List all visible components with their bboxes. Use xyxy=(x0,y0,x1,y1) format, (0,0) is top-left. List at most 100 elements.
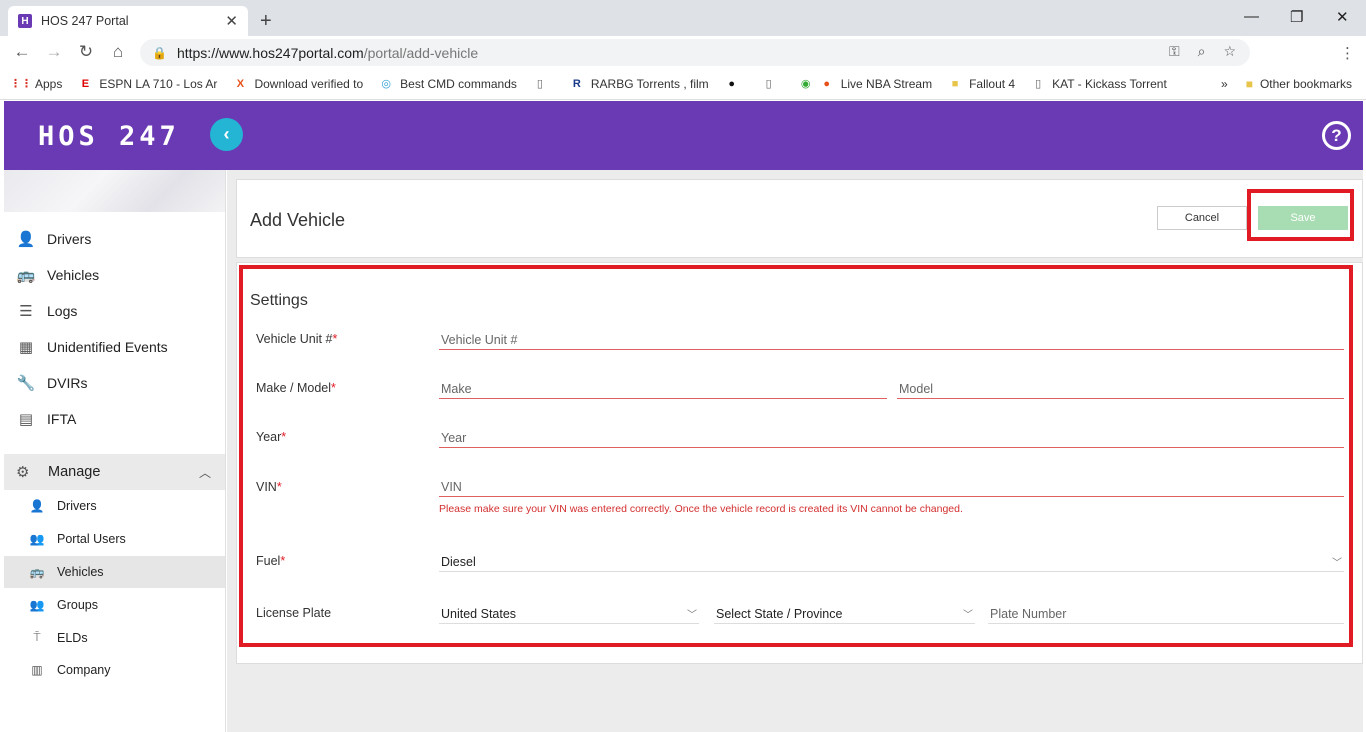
key-icon[interactable]: ⚿ xyxy=(1169,43,1180,60)
sidebar-sub-vehicles[interactable]: 🚌 Vehicles xyxy=(4,555,225,589)
browser-tab-bar: H HOS 247 Portal ✕ + — ❐ ✕ xyxy=(0,0,1366,36)
sidebar: 👤 Drivers 🚌 Vehicles ☰ Logs ▦ Unidentified E… xyxy=(4,170,226,732)
page-header-card: Add Vehicle Cancel Save xyxy=(236,179,1363,258)
bookmark-kat[interactable]: ▯ KAT - Kickass Torrent xyxy=(1031,77,1167,91)
sidebar-item-vehicles[interactable]: 🚌 Vehicles xyxy=(4,257,225,293)
espn-icon: E xyxy=(81,77,90,90)
save-highlight-box xyxy=(1247,189,1354,241)
new-tab-icon[interactable]: + xyxy=(260,10,272,33)
basketball-icon: ● xyxy=(823,77,831,90)
home-icon[interactable]: ⌂ xyxy=(102,42,134,62)
bookmark-label: Fallout 4 xyxy=(969,76,1016,91)
sidebar-sub-label: ELDs xyxy=(57,630,88,645)
cancel-button[interactable]: Cancel xyxy=(1157,206,1247,230)
minimize-icon[interactable]: — xyxy=(1244,8,1259,25)
back-icon[interactable]: ← xyxy=(6,42,38,62)
hos-favicon-icon: H xyxy=(18,14,32,28)
forward-icon[interactable]: → xyxy=(38,42,70,62)
sidebar-item-label: Vehicles xyxy=(47,267,100,283)
x-icon: X xyxy=(236,77,245,90)
more-bookmarks-icon[interactable]: » xyxy=(1221,77,1228,91)
bookmark-label: RARBG Torrents , film xyxy=(590,76,709,91)
r-icon: R xyxy=(572,77,581,90)
bookmark-fallout[interactable]: ■ Fallout 4 xyxy=(948,77,1015,91)
ifta-icon: ▤ xyxy=(18,411,34,428)
bookmark-label: Download verified to xyxy=(254,76,364,91)
bookmark-page-2[interactable]: ▯ xyxy=(762,77,783,91)
sidebar-manage-toggle[interactable]: ⚙ Manage ︿ xyxy=(4,454,225,490)
bookmark-apps[interactable]: ⋮⋮ Apps xyxy=(10,77,62,91)
sidebar-item-dvirs[interactable]: 🔧 DVIRs xyxy=(4,365,225,401)
url-base: https://www.hos247portal.com xyxy=(176,44,364,61)
sidebar-sub-label: Drivers xyxy=(57,499,97,514)
sidebar-sub-groups[interactable]: 👥 Groups xyxy=(4,588,225,621)
browser-tab[interactable]: H HOS 247 Portal ✕ xyxy=(8,6,248,36)
menu-icon[interactable]: ⋮ xyxy=(1340,44,1355,62)
bookmark-label: Best CMD commands xyxy=(400,76,517,91)
eld-icon: ⍑ xyxy=(33,630,41,645)
bookmark-spotify[interactable]: ● xyxy=(725,77,746,91)
help-icon[interactable]: ? xyxy=(1322,121,1351,150)
sidebar-banner xyxy=(4,170,225,212)
hos247-logo[interactable]: HOS 247 xyxy=(38,121,180,152)
bookmark-cmd[interactable]: ◎ Best CMD commands xyxy=(379,77,517,91)
bookmark-nba[interactable]: ◉ ● Live NBA Stream xyxy=(799,77,932,91)
address-bar[interactable]: 🔒 https://www.hos247portal.com/portal/ad… xyxy=(140,39,1250,66)
sidebar-sub-label: Vehicles xyxy=(57,564,104,579)
sidebar-item-label: IFTA xyxy=(47,411,77,427)
other-bookmarks[interactable]: Other bookmarks xyxy=(1260,77,1352,91)
sidebar-item-drivers[interactable]: 👤 Drivers xyxy=(4,221,225,257)
sidebar-item-label: Logs xyxy=(47,303,78,319)
users-icon: 👥 xyxy=(29,532,45,547)
sidebar-sub-company[interactable]: ▥ Company xyxy=(4,654,225,687)
list-icon: ☰ xyxy=(19,303,33,320)
sidebar-sub-elds[interactable]: ⍑ ELDs xyxy=(4,621,225,654)
group-icon: 👥 xyxy=(29,597,45,612)
folder-icon: ■ xyxy=(951,77,959,90)
tab-close-icon[interactable]: ✕ xyxy=(225,12,238,30)
app-header: HOS 247 ‹ ? xyxy=(4,101,1363,170)
window-close-icon[interactable]: ✕ xyxy=(1336,8,1349,26)
sidebar-item-unidentified-events[interactable]: ▦ Unidentified Events xyxy=(4,329,225,365)
lock-icon: 🔒 xyxy=(152,45,167,60)
sidebar-item-label: DVIRs xyxy=(47,375,88,391)
bookmark-label: ESPN LA 710 - Los Ar xyxy=(99,76,218,91)
sidebar-item-ifta[interactable]: ▤ IFTA xyxy=(4,401,225,437)
sidebar-sub-drivers[interactable]: 👤 Drivers xyxy=(4,490,225,523)
star-icon[interactable]: ☆ xyxy=(1223,43,1236,60)
calendar-icon: ▦ xyxy=(18,339,34,356)
sidebar-collapse-icon[interactable]: ‹ xyxy=(210,118,243,151)
chevron-up-icon: ︿ xyxy=(198,465,211,480)
apps-grid-icon: ⋮⋮ xyxy=(10,78,32,90)
page-icon: ▯ xyxy=(536,78,543,90)
eye-icon: ◉ xyxy=(800,78,811,90)
bookmark-label: Live NBA Stream xyxy=(840,76,933,91)
building-icon: ▥ xyxy=(31,663,43,678)
bookmark-page[interactable]: ▯ xyxy=(533,77,554,91)
folder-icon: ■ xyxy=(1245,77,1253,91)
sidebar-item-logs[interactable]: ☰ Logs xyxy=(4,293,225,329)
url-path: /portal/add-vehicle xyxy=(363,44,479,61)
restore-icon[interactable]: ❐ xyxy=(1290,8,1303,26)
sidebar-item-label: Drivers xyxy=(47,231,92,247)
cmd-icon: ◎ xyxy=(381,78,391,90)
zoom-icon[interactable]: ⌕ xyxy=(1198,43,1206,60)
wrench-icon: 🔧 xyxy=(16,375,36,392)
person-icon: 👤 xyxy=(16,231,36,248)
sidebar-sub-portal-users[interactable]: 👥 Portal Users xyxy=(4,523,225,556)
sidebar-sub-label: Company xyxy=(57,663,111,678)
manage-icon: ⚙ xyxy=(16,464,30,481)
page-icon: ▯ xyxy=(765,78,772,90)
bookmark-rarbg[interactable]: R RARBG Torrents , film xyxy=(570,77,709,91)
browser-toolbar: ← → ↻ ⌂ 🔒 https://www.hos247portal.com/p… xyxy=(0,36,1366,96)
person-icon: 👤 xyxy=(29,499,45,514)
bookmark-espn[interactable]: E ESPN LA 710 - Los Ar xyxy=(78,76,218,91)
page-title: Add Vehicle xyxy=(250,210,346,230)
reload-icon[interactable]: ↻ xyxy=(70,42,102,62)
bookmark-download[interactable]: X Download verified to xyxy=(233,77,363,91)
sidebar-sub-label: Portal Users xyxy=(57,532,126,547)
bus-icon: 🚌 xyxy=(29,564,45,579)
spotify-icon: ● xyxy=(728,77,736,90)
manage-label: Manage xyxy=(48,464,101,480)
bus-icon: 🚌 xyxy=(16,267,36,284)
